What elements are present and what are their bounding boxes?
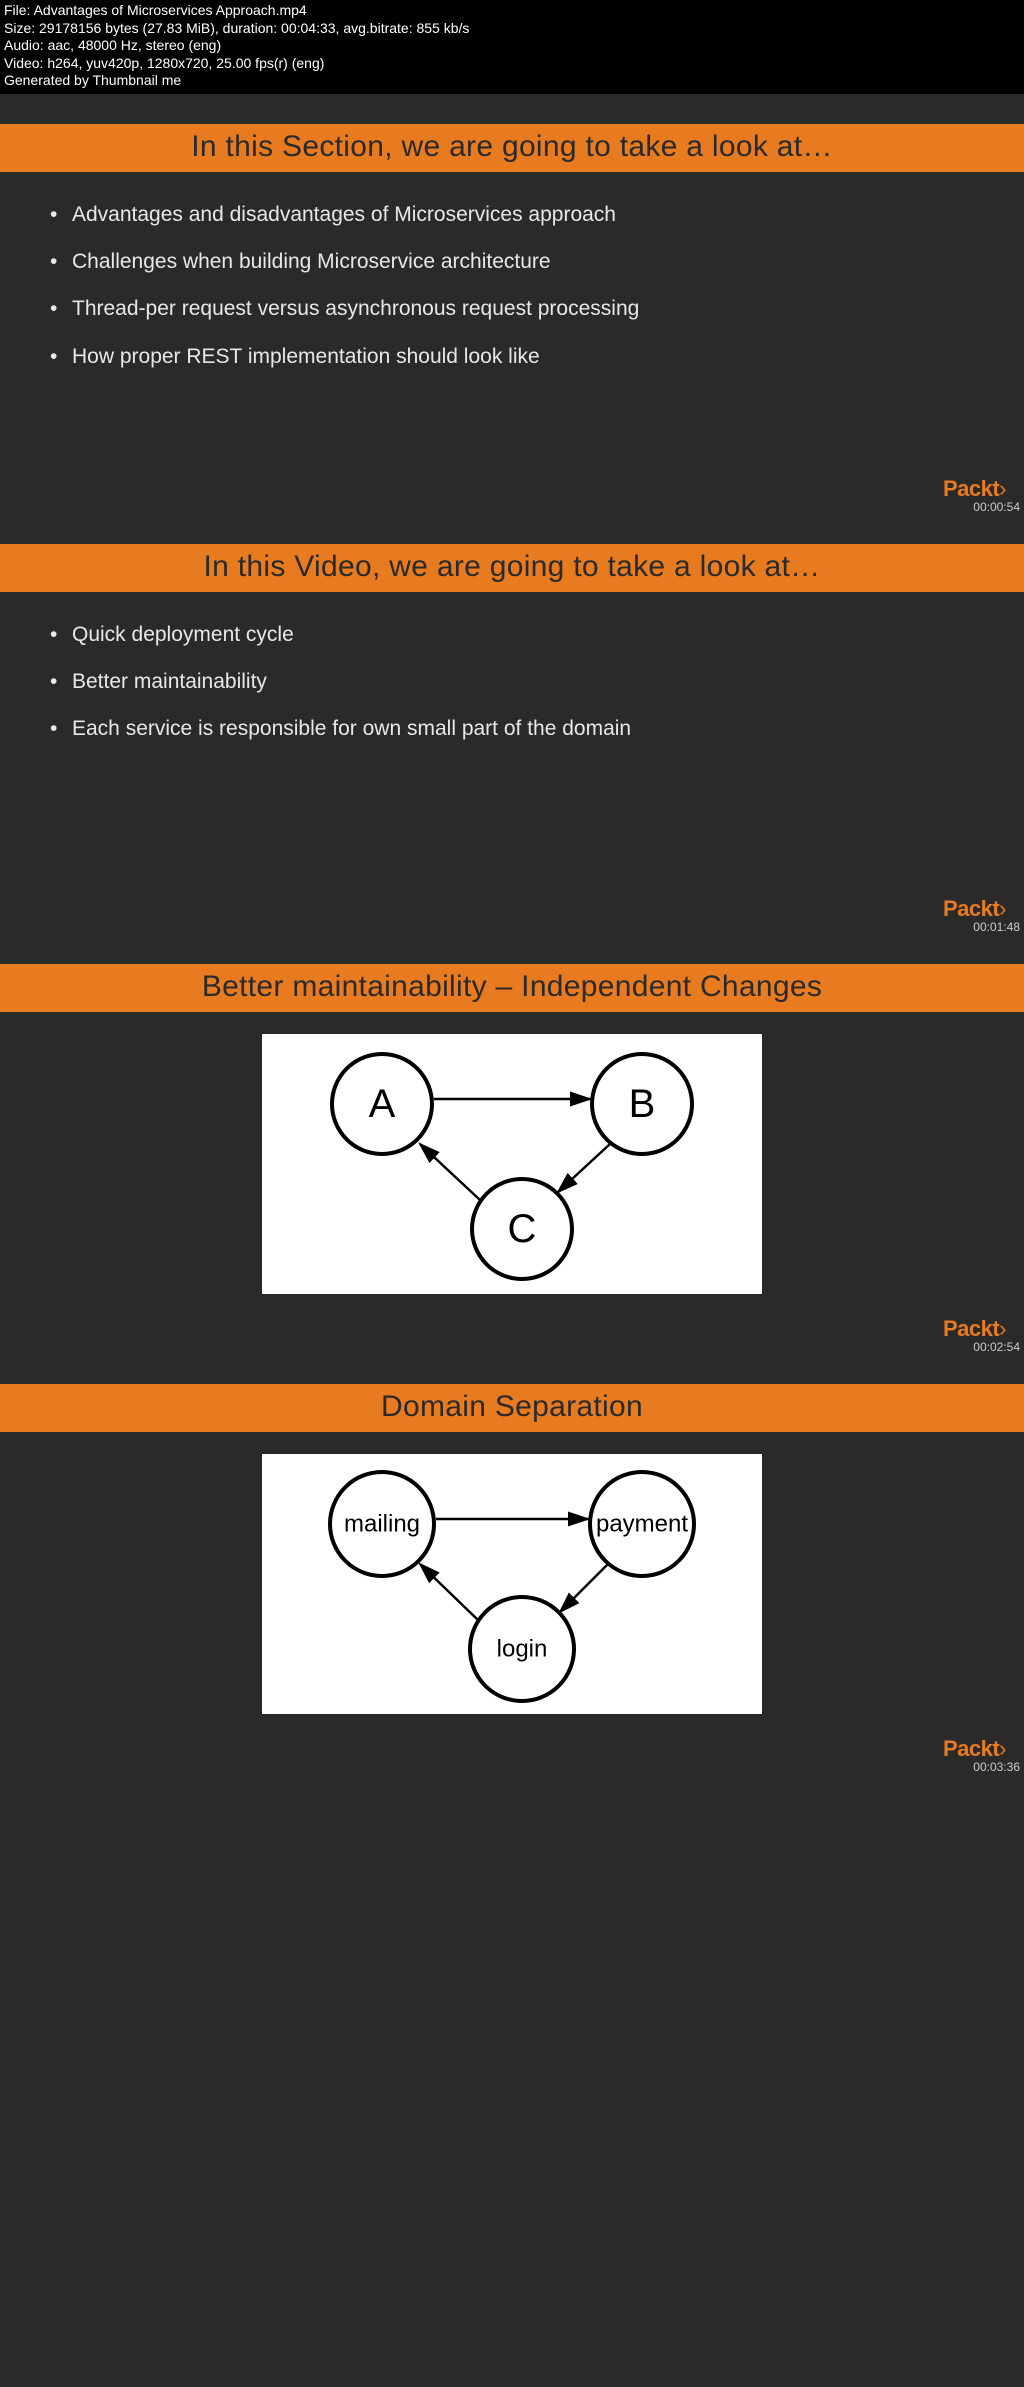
slide-2-timestamp: 00:01:48: [973, 920, 1020, 934]
arrow-payment-to-login: [560, 1564, 608, 1612]
meta-size: Size: 29178156 bytes (27.83 MiB), durati…: [4, 20, 1020, 38]
arrow-b-to-c: [558, 1144, 610, 1192]
slide-gap: [0, 934, 1024, 964]
meta-file: File: Advantages of Microservices Approa…: [4, 2, 1020, 20]
packt-logo: Packt›: [943, 476, 1006, 502]
logo-angle-icon: ›: [999, 1736, 1006, 1761]
slide-gap: [0, 94, 1024, 124]
slide-2-bullet-2: Each service is responsible for own smal…: [50, 714, 974, 743]
slide-gap: [0, 514, 1024, 544]
slide-3: Better maintainability – Independent Cha…: [0, 964, 1024, 1354]
video-metadata-header: File: Advantages of Microservices Approa…: [0, 0, 1024, 94]
packt-logo: Packt›: [943, 1316, 1006, 1342]
slide-2: In this Video, we are going to take a lo…: [0, 544, 1024, 934]
slide-3-timestamp: 00:02:54: [973, 1340, 1020, 1354]
slide-2-bullet-1: Better maintainability: [50, 667, 974, 696]
logo-text: Packt: [943, 896, 999, 921]
domain-diagram: mailing payment login: [262, 1454, 762, 1714]
slide-gap: [0, 1354, 1024, 1384]
slide-1-bullet-1: Challenges when building Microservice ar…: [50, 247, 974, 276]
packt-logo: Packt›: [943, 896, 1006, 922]
slide-1-bullets: Advantages and disadvantages of Microser…: [0, 172, 1024, 372]
meta-video: Video: h264, yuv420p, 1280x720, 25.00 fp…: [4, 55, 1020, 73]
logo-angle-icon: ›: [999, 476, 1006, 501]
slide-2-bullets: Quick deployment cycle Better maintainab…: [0, 592, 1024, 744]
node-login-label: login: [497, 1635, 548, 1662]
abc-diagram: A B C: [262, 1034, 762, 1294]
slide-1-bullet-3: How proper REST implementation should lo…: [50, 342, 974, 371]
arrow-c-to-a: [420, 1144, 480, 1200]
slide-1: In this Section, we are going to take a …: [0, 124, 1024, 514]
arrow-login-to-mailing: [420, 1564, 478, 1620]
packt-logo: Packt›: [943, 1736, 1006, 1762]
node-b-label: B: [629, 1082, 656, 1126]
logo-text: Packt: [943, 476, 999, 501]
slide-4: Domain Separation mailing payment login …: [0, 1384, 1024, 1774]
logo-angle-icon: ›: [999, 1316, 1006, 1341]
slide-2-title: In this Video, we are going to take a lo…: [0, 544, 1024, 592]
logo-angle-icon: ›: [999, 896, 1006, 921]
slide-1-bullet-0: Advantages and disadvantages of Microser…: [50, 200, 974, 229]
slide-2-bullet-0: Quick deployment cycle: [50, 620, 974, 649]
node-a-label: A: [369, 1082, 396, 1126]
node-mailing-label: mailing: [344, 1510, 420, 1537]
slide-4-title: Domain Separation: [0, 1384, 1024, 1432]
slide-3-title: Better maintainability – Independent Cha…: [0, 964, 1024, 1012]
node-payment-label: payment: [596, 1510, 688, 1537]
meta-audio: Audio: aac, 48000 Hz, stereo (eng): [4, 37, 1020, 55]
meta-generated: Generated by Thumbnail me: [4, 72, 1020, 90]
slide-1-bullet-2: Thread-per request versus asynchronous r…: [50, 294, 974, 323]
slide-4-timestamp: 00:03:36: [973, 1760, 1020, 1774]
logo-text: Packt: [943, 1736, 999, 1761]
slide-1-timestamp: 00:00:54: [973, 500, 1020, 514]
slide-1-title: In this Section, we are going to take a …: [0, 124, 1024, 172]
node-c-label: C: [508, 1207, 537, 1251]
logo-text: Packt: [943, 1316, 999, 1341]
